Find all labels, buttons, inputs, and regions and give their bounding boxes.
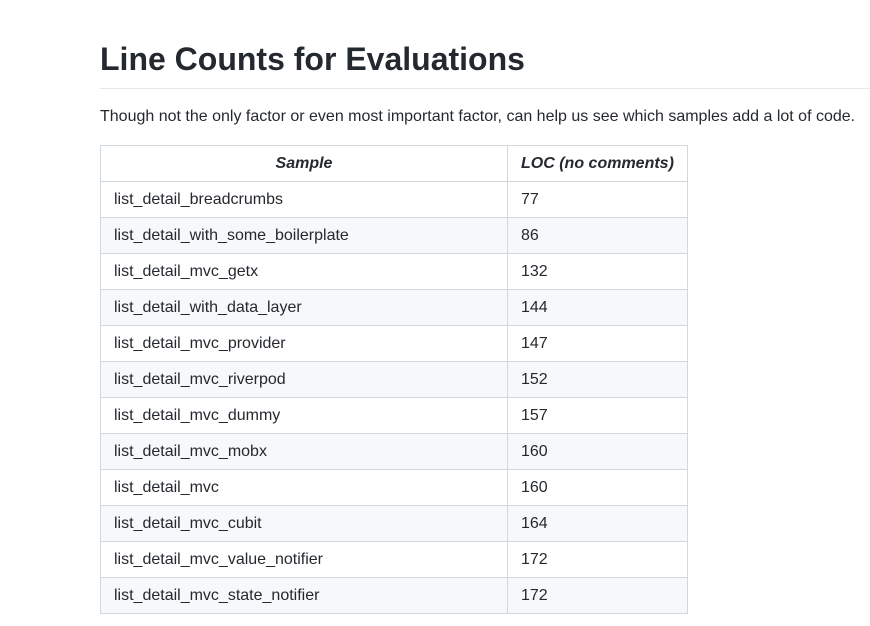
sample-cell: list_detail_mvc_getx [100,253,508,290]
loc-cell: 77 [507,181,688,218]
sample-cell: list_detail_mvc_mobx [100,433,508,470]
loc-cell: 164 [507,505,688,542]
table-row: list_detail_breadcrumbs 77 [100,181,688,218]
sample-cell: list_detail_mvc_dummy [100,397,508,434]
table-row: list_detail_mvc_cubit 164 [100,505,688,542]
table-row: list_detail_mvc 160 [100,469,688,506]
sample-cell: list_detail_with_data_layer [100,289,508,326]
sample-cell: list_detail_mvc_riverpod [100,361,508,398]
loc-cell: 144 [507,289,688,326]
sample-cell: list_detail_with_some_boilerplate [100,217,508,254]
sample-cell: list_detail_mvc [100,469,508,506]
loc-cell: 86 [507,217,688,254]
loc-cell: 160 [507,469,688,506]
page-title: Line Counts for Evaluations [100,38,870,89]
table-row: list_detail_with_data_layer 144 [100,289,688,326]
table-header-row: Sample LOC (no comments) [100,145,688,182]
table-row: list_detail_mvc_dummy 157 [100,397,688,434]
sample-cell: list_detail_breadcrumbs [100,181,508,218]
intro-paragraph: Though not the only factor or even most … [100,108,856,125]
loc-cell: 160 [507,433,688,470]
loc-cell: 172 [507,541,688,578]
table-row: list_detail_mvc_state_notifier 172 [100,577,688,614]
table-row: list_detail_mvc_provider 147 [100,325,688,362]
table-row: list_detail_mvc_value_notifier 172 [100,541,688,578]
loc-cell: 132 [507,253,688,290]
table-row: list_detail_mvc_getx 132 [100,253,688,290]
loc-cell: 147 [507,325,688,362]
sample-cell: list_detail_mvc_cubit [100,505,508,542]
loc-cell: 157 [507,397,688,434]
sample-cell: list_detail_mvc_value_notifier [100,541,508,578]
column-header-sample: Sample [100,145,508,182]
loc-table: Sample LOC (no comments) list_detail_bre… [100,145,688,614]
table-row: list_detail_mvc_mobx 160 [100,433,688,470]
table-row: list_detail_with_some_boilerplate 86 [100,217,688,254]
table-row: list_detail_mvc_riverpod 152 [100,361,688,398]
loc-cell: 152 [507,361,688,398]
loc-cell: 172 [507,577,688,614]
sample-cell: list_detail_mvc_state_notifier [100,577,508,614]
column-header-loc: LOC (no comments) [507,145,688,182]
sample-cell: list_detail_mvc_provider [100,325,508,362]
